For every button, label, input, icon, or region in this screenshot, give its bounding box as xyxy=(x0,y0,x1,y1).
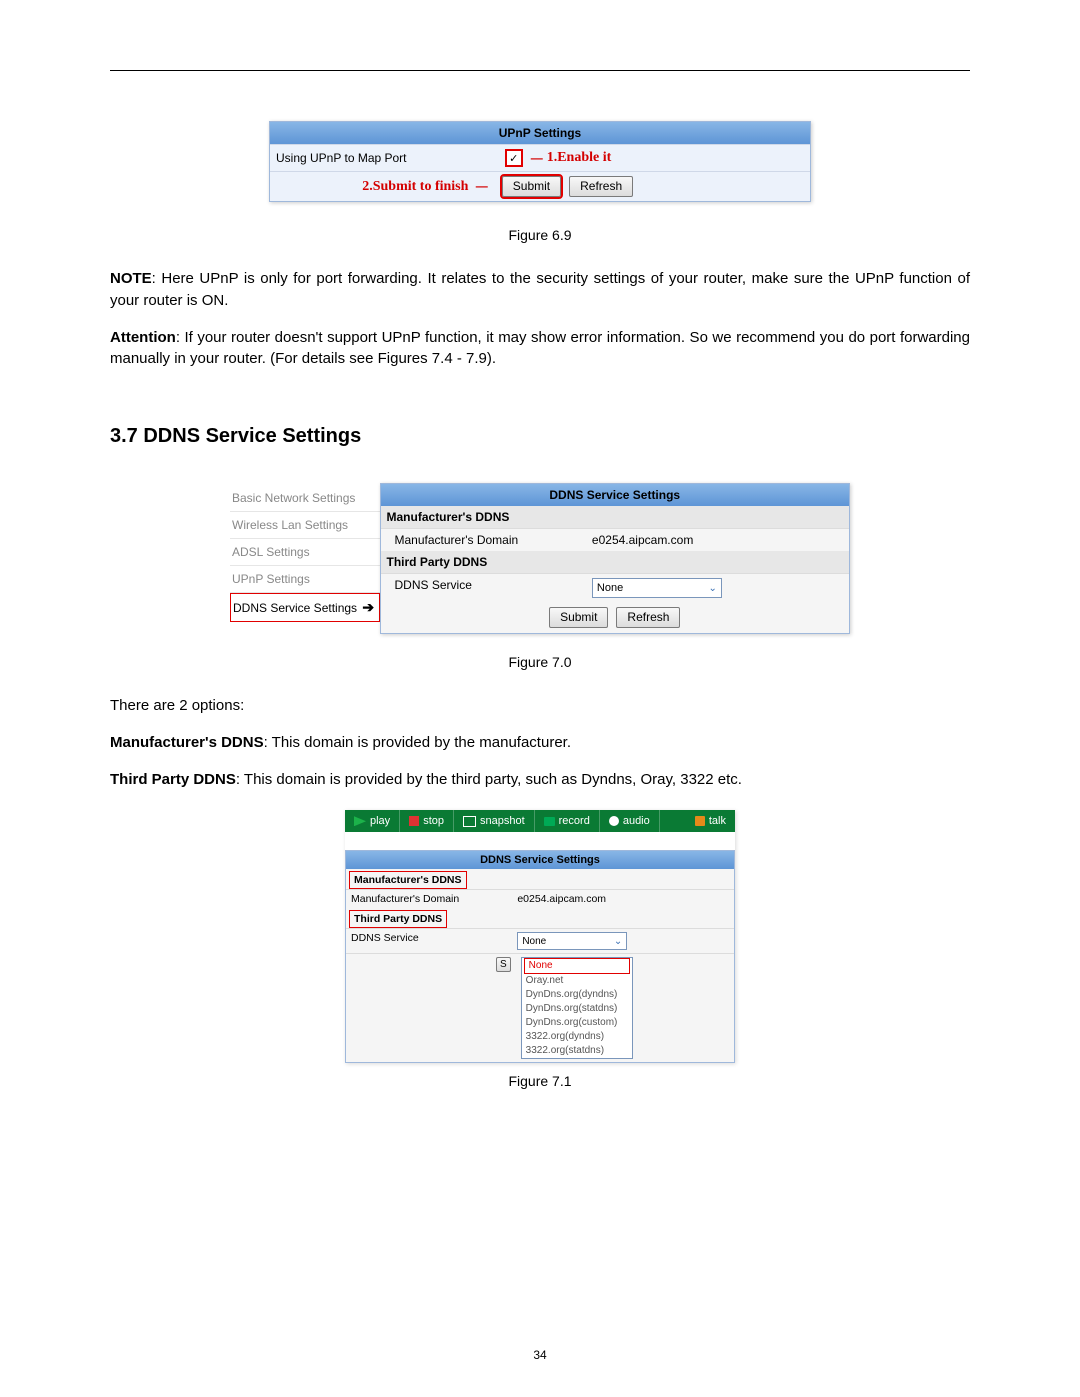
ddns-option[interactable]: DynDns.org(dyndns) xyxy=(522,988,632,1002)
dash-icon: — xyxy=(472,179,492,193)
ddns-service-select[interactable]: None ⌄ xyxy=(517,932,627,950)
mfg-domain-label: Manufacturer's Domain xyxy=(387,533,592,547)
third-ddns-line: Third Party DDNS: This domain is provide… xyxy=(110,769,970,791)
ddns-option-none[interactable]: None xyxy=(524,958,630,974)
page-number: 34 xyxy=(0,1348,1080,1362)
play-icon xyxy=(354,816,366,826)
submit-button-partial[interactable]: S xyxy=(496,957,511,972)
note-text: : Here UPnP is only for port forwarding.… xyxy=(110,270,970,309)
audio-button[interactable]: audio xyxy=(600,810,660,832)
submit-button[interactable]: Submit xyxy=(549,607,608,628)
mfg-domain-label: Manufacturer's Domain xyxy=(351,893,517,905)
select-value: None xyxy=(597,582,623,594)
snapshot-button[interactable]: snapshot xyxy=(454,810,535,832)
record-icon xyxy=(544,817,555,826)
ddns-service-label: DDNS Service xyxy=(387,578,592,598)
ddns-panel-71: DDNS Service Settings Manufacturer's DDN… xyxy=(345,850,735,1063)
talk-button[interactable]: talk xyxy=(686,810,735,832)
ddns-option[interactable]: 3322.org(dyndns) xyxy=(522,1030,632,1044)
ddns-service-select[interactable]: None ⌄ xyxy=(592,578,722,598)
upnp-checkbox[interactable]: ✓ xyxy=(505,149,523,167)
figure-7-1: play stop snapshot record audio talk DDN… xyxy=(345,810,735,1063)
note-paragraph: NOTE: Here UPnP is only for port forward… xyxy=(110,268,970,312)
mfg-ddns-line: Manufacturer's DDNS: This domain is prov… xyxy=(110,732,970,754)
third-party-section-box: Third Party DDNS xyxy=(349,910,447,928)
ddns-option[interactable]: DynDns.org(statdns) xyxy=(522,1002,632,1016)
upnp-title: UPnP Settings xyxy=(270,122,810,144)
figure-7-0-caption: Figure 7.0 xyxy=(110,654,970,670)
figure-6-9: UPnP Settings Using UPnP to Map Port ✓ —… xyxy=(269,121,811,202)
mfg-domain-value: e0254.aipcam.com xyxy=(592,533,843,547)
talk-icon xyxy=(695,816,705,826)
third-ddns-label: Third Party DDNS xyxy=(110,771,236,788)
ddns-panel: DDNS Service Settings Manufacturer's DDN… xyxy=(380,483,850,634)
mfg-ddns-text: : This domain is provided by the manufac… xyxy=(264,734,571,751)
horizontal-rule xyxy=(110,70,970,71)
play-button[interactable]: play xyxy=(345,810,400,832)
annotation-enable: 1.Enable it xyxy=(547,150,612,166)
sidebar-item-wireless[interactable]: Wireless Lan Settings xyxy=(230,512,380,539)
ddns-option[interactable]: 3322.org(statdns) xyxy=(522,1044,632,1058)
mfg-domain-value: e0254.aipcam.com xyxy=(517,893,729,905)
mfg-ddns-label: Manufacturer's DDNS xyxy=(110,734,264,751)
dash-icon: — xyxy=(527,151,547,165)
camera-toolbar: play stop snapshot record audio talk xyxy=(345,810,735,832)
annotation-submit: 2.Submit to finish xyxy=(362,179,468,195)
attention-label: Attention xyxy=(110,329,176,346)
section-title: 3.7 DDNS Service Settings xyxy=(110,425,970,448)
settings-sidebar: Basic Network Settings Wireless Lan Sett… xyxy=(230,483,380,634)
figure-6-9-caption: Figure 6.9 xyxy=(110,227,970,243)
ddns-panel-header: DDNS Service Settings xyxy=(381,484,849,506)
ddns-options-dropdown[interactable]: None Oray.net DynDns.org(dyndns) DynDns.… xyxy=(521,957,633,1059)
sidebar-item-basic-network[interactable]: Basic Network Settings xyxy=(230,485,380,512)
attention-text: : If your router doesn't support UPnP fu… xyxy=(110,329,970,368)
snapshot-icon xyxy=(463,816,476,827)
ddns-service-label: DDNS Service xyxy=(351,932,517,950)
stop-icon xyxy=(409,816,419,826)
record-button[interactable]: record xyxy=(535,810,600,832)
chevron-down-icon: ⌄ xyxy=(614,936,622,947)
sidebar-item-adsl[interactable]: ADSL Settings xyxy=(230,539,380,566)
audio-icon xyxy=(609,816,619,826)
ddns-option[interactable]: Oray.net xyxy=(522,974,632,988)
figure-7-1-caption: Figure 7.1 xyxy=(110,1073,970,1089)
note-label: NOTE xyxy=(110,270,152,287)
attention-paragraph: Attention: If your router doesn't suppor… xyxy=(110,327,970,371)
select-value: None xyxy=(522,936,546,947)
upnp-row-label: Using UPnP to Map Port xyxy=(270,145,499,171)
refresh-button[interactable]: Refresh xyxy=(616,607,680,628)
submit-button[interactable]: Submit xyxy=(502,176,561,197)
refresh-button[interactable]: Refresh xyxy=(569,176,633,197)
figure-7-0: Basic Network Settings Wireless Lan Sett… xyxy=(230,483,850,634)
chevron-down-icon: ⌄ xyxy=(709,583,717,594)
ddns-panel-header: DDNS Service Settings xyxy=(346,851,734,869)
mfg-section-box: Manufacturer's DDNS xyxy=(349,871,467,889)
sidebar-item-label: DDNS Service Settings xyxy=(233,601,357,615)
options-intro: There are 2 options: xyxy=(110,695,970,717)
mfg-section: Manufacturer's DDNS xyxy=(381,506,849,528)
ddns-option[interactable]: DynDns.org(custom) xyxy=(522,1016,632,1030)
stop-button[interactable]: stop xyxy=(400,810,454,832)
arrow-icon: ➔ xyxy=(362,599,374,616)
sidebar-item-ddns[interactable]: DDNS Service Settings ➔ xyxy=(230,593,380,622)
third-ddns-text: : This domain is provided by the third p… xyxy=(236,771,742,788)
sidebar-item-upnp[interactable]: UPnP Settings xyxy=(230,566,380,593)
third-party-section: Third Party DDNS xyxy=(381,551,849,573)
